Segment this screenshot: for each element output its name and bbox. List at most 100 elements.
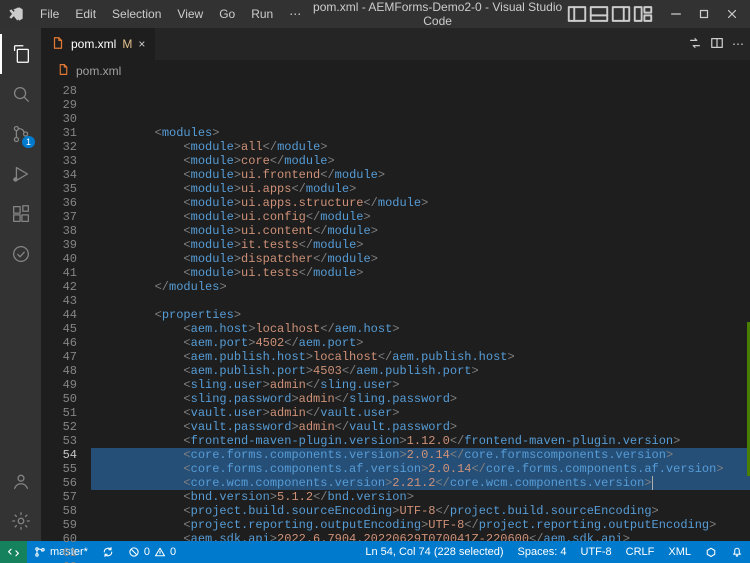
window-controls <box>662 0 746 28</box>
line-number: 49 <box>41 378 77 392</box>
code-line <box>91 112 750 126</box>
code-line: <module>ui.config</module> <box>91 210 750 224</box>
window-close-icon[interactable] <box>718 0 746 28</box>
notifications-icon[interactable] <box>724 541 750 563</box>
line-number: 52 <box>41 420 77 434</box>
code-line <box>91 294 750 308</box>
line-number: 43 <box>41 294 77 308</box>
activity-settings-icon[interactable] <box>0 501 41 541</box>
overview-ruler <box>746 82 750 541</box>
editor-layout-controls <box>566 3 654 25</box>
activity-run-icon[interactable] <box>0 154 41 194</box>
encoding-indicator[interactable]: UTF-8 <box>573 541 618 563</box>
activity-account-icon[interactable] <box>0 461 41 501</box>
code-line: <sling.password>admin</sling.password> <box>91 392 750 406</box>
tab-label: pom.xml <box>71 37 116 51</box>
code-line: <modules> <box>91 126 750 140</box>
tab-active[interactable]: pom.xml M × <box>41 28 156 60</box>
code-line: <module>ui.tests</module> <box>91 266 750 280</box>
editor-group: pom.xml M × ⋯ pom.xml 282930313233343536… <box>41 28 750 541</box>
breadcrumb-file-icon <box>57 63 70 79</box>
tab-close-icon[interactable]: × <box>138 37 145 51</box>
code-line: <module>ui.frontend</module> <box>91 168 750 182</box>
code-line: <aem.publish.port>4503</aem.publish.port… <box>91 364 750 378</box>
menu-item-edit[interactable]: Edit <box>67 3 104 25</box>
code-line: <module>ui.content</module> <box>91 224 750 238</box>
line-number: 42 <box>41 280 77 294</box>
code-line: <frontend-maven-plugin.version>1.12.0</f… <box>91 434 750 448</box>
main-area: 1 pom.xml M × <box>0 28 750 541</box>
code-line: <aem.host>localhost</aem.host> <box>91 322 750 336</box>
menu-item-run[interactable]: Run <box>243 3 281 25</box>
activity-test-icon[interactable] <box>0 234 41 274</box>
line-number: 60 <box>41 532 77 546</box>
activity-search-icon[interactable] <box>0 74 41 114</box>
line-number: 54 <box>41 448 77 462</box>
code-line: <properties> <box>91 308 750 322</box>
menu-item-view[interactable]: View <box>169 3 211 25</box>
menu-item-selection[interactable]: Selection <box>104 3 169 25</box>
tabs-actions: ⋯ <box>688 28 750 60</box>
code-line: <sling.user>admin</sling.user> <box>91 378 750 392</box>
line-number: 38 <box>41 224 77 238</box>
language-indicator[interactable]: XML <box>661 541 698 563</box>
code-line: <core.forms.components.af.version>2.0.14… <box>91 462 750 476</box>
remote-indicator[interactable] <box>0 541 27 563</box>
cursor-position[interactable]: Ln 54, Col 74 (228 selected) <box>358 541 510 563</box>
line-number-gutter: 2829303132333435363738394041424344454647… <box>41 82 91 541</box>
customize-layout-icon[interactable] <box>632 3 654 25</box>
code-line: <module>ui.apps.structure</module> <box>91 196 750 210</box>
indentation-indicator[interactable]: Spaces: 4 <box>511 541 574 563</box>
tab-file-icon <box>51 36 65 53</box>
line-number: 29 <box>41 98 77 112</box>
line-number: 47 <box>41 350 77 364</box>
code-line: <bnd.version>5.1.2</bnd.version> <box>91 490 750 504</box>
menubar-items: FileEditSelectionViewGoRun <box>32 3 281 25</box>
window-minimize-icon[interactable] <box>662 0 690 28</box>
code-content[interactable]: <modules> <module>all</module> <module>c… <box>91 82 750 541</box>
line-number: 57 <box>41 490 77 504</box>
line-number: 40 <box>41 252 77 266</box>
error-count: 0 <box>144 546 150 558</box>
compare-changes-icon[interactable] <box>688 36 702 53</box>
line-number: 45 <box>41 322 77 336</box>
line-number: 28 <box>41 84 77 98</box>
line-number: 48 <box>41 364 77 378</box>
code-line: <module>core</module> <box>91 154 750 168</box>
status-bar: master* 0 0 Ln 54, Col 74 (228 selected)… <box>0 541 750 563</box>
toggle-panel-bottom-icon[interactable] <box>588 3 610 25</box>
line-number: 37 <box>41 210 77 224</box>
line-number: 61 <box>41 546 77 560</box>
sync-button[interactable] <box>95 541 121 563</box>
line-number: 31 <box>41 126 77 140</box>
scm-badge: 1 <box>22 136 35 148</box>
menu-item-go[interactable]: Go <box>211 3 243 25</box>
more-actions-icon[interactable]: ⋯ <box>732 37 744 51</box>
line-number: 58 <box>41 504 77 518</box>
warning-count: 0 <box>170 546 176 558</box>
breadcrumb-label: pom.xml <box>76 64 121 78</box>
window-maximize-icon[interactable] <box>690 0 718 28</box>
eol-indicator[interactable]: CRLF <box>619 541 662 563</box>
code-line: <module>it.tests</module> <box>91 238 750 252</box>
menu-item-file[interactable]: File <box>32 3 67 25</box>
breadcrumb[interactable]: pom.xml <box>41 60 750 82</box>
toggle-panel-right-icon[interactable] <box>610 3 632 25</box>
menubar-overflow[interactable]: ⋯ <box>281 3 309 25</box>
toggle-panel-left-icon[interactable] <box>566 3 588 25</box>
code-line: <aem.port>4502</aem.port> <box>91 336 750 350</box>
menubar: FileEditSelectionViewGoRun ⋯ pom.xml - A… <box>0 0 750 28</box>
line-number: 56 <box>41 476 77 490</box>
code-line: <module>all</module> <box>91 140 750 154</box>
feedback-icon[interactable] <box>698 541 724 563</box>
line-number: 36 <box>41 196 77 210</box>
line-number: 32 <box>41 140 77 154</box>
split-editor-icon[interactable] <box>710 36 724 53</box>
line-number: 51 <box>41 406 77 420</box>
activity-extensions-icon[interactable] <box>0 194 41 234</box>
activity-scm-icon[interactable]: 1 <box>0 114 41 154</box>
code-line: <aem.publish.host>localhost</aem.publish… <box>91 350 750 364</box>
problems-indicator[interactable]: 0 0 <box>121 541 183 563</box>
line-number: 34 <box>41 168 77 182</box>
activity-explorer-icon[interactable] <box>0 34 41 74</box>
